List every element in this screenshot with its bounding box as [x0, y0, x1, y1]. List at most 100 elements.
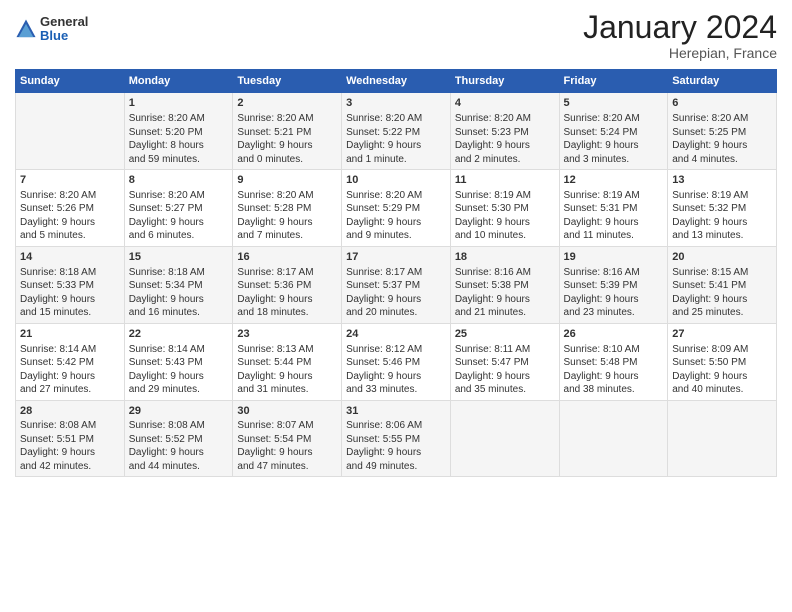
- calendar-cell: 6Sunrise: 8:20 AMSunset: 5:25 PMDaylight…: [668, 93, 777, 170]
- calendar-cell: 12Sunrise: 8:19 AMSunset: 5:31 PMDayligh…: [559, 170, 668, 247]
- calendar-cell: 15Sunrise: 8:18 AMSunset: 5:34 PMDayligh…: [124, 246, 233, 323]
- calendar-cell: 16Sunrise: 8:17 AMSunset: 5:36 PMDayligh…: [233, 246, 342, 323]
- cell-content: 17Sunrise: 8:17 AMSunset: 5:37 PMDayligh…: [346, 250, 446, 320]
- calendar-cell: 29Sunrise: 8:08 AMSunset: 5:52 PMDayligh…: [124, 400, 233, 477]
- cell-line: Sunrise: 8:19 AM: [564, 189, 664, 203]
- cell-content: 15Sunrise: 8:18 AMSunset: 5:34 PMDayligh…: [129, 250, 229, 320]
- cell-line: Sunrise: 8:17 AM: [237, 266, 337, 280]
- cell-content: 21Sunrise: 8:14 AMSunset: 5:42 PMDayligh…: [20, 327, 120, 397]
- cell-line: Daylight: 9 hours: [455, 216, 555, 230]
- cell-line: Daylight: 9 hours: [129, 446, 229, 460]
- header-row: SundayMondayTuesdayWednesdayThursdayFrid…: [16, 70, 777, 93]
- cell-content: 28Sunrise: 8:08 AMSunset: 5:51 PMDayligh…: [20, 404, 120, 474]
- day-number: 21: [20, 327, 120, 342]
- cell-line: and 27 minutes.: [20, 383, 120, 397]
- calendar-cell: 11Sunrise: 8:19 AMSunset: 5:30 PMDayligh…: [450, 170, 559, 247]
- cell-line: Daylight: 9 hours: [129, 293, 229, 307]
- cell-line: Sunrise: 8:09 AM: [672, 343, 772, 357]
- cell-line: Daylight: 9 hours: [346, 446, 446, 460]
- page-subtitle: Herepian, France: [583, 45, 777, 61]
- cell-content: 11Sunrise: 8:19 AMSunset: 5:30 PMDayligh…: [455, 173, 555, 243]
- cell-line: and 5 minutes.: [20, 229, 120, 243]
- cell-content: 7Sunrise: 8:20 AMSunset: 5:26 PMDaylight…: [20, 173, 120, 243]
- cell-line: Sunset: 5:39 PM: [564, 279, 664, 293]
- cell-line: and 44 minutes.: [129, 460, 229, 474]
- cell-line: and 49 minutes.: [346, 460, 446, 474]
- cell-line: Sunset: 5:22 PM: [346, 126, 446, 140]
- cell-line: Sunset: 5:31 PM: [564, 202, 664, 216]
- day-number: 17: [346, 250, 446, 265]
- cell-content: 19Sunrise: 8:16 AMSunset: 5:39 PMDayligh…: [564, 250, 664, 320]
- cell-content: 27Sunrise: 8:09 AMSunset: 5:50 PMDayligh…: [672, 327, 772, 397]
- column-header-friday: Friday: [559, 70, 668, 93]
- cell-line: Sunset: 5:48 PM: [564, 356, 664, 370]
- calendar-cell: 3Sunrise: 8:20 AMSunset: 5:22 PMDaylight…: [342, 93, 451, 170]
- cell-line: Sunrise: 8:10 AM: [564, 343, 664, 357]
- day-number: 30: [237, 404, 337, 419]
- cell-line: and 1 minute.: [346, 153, 446, 167]
- day-number: 19: [564, 250, 664, 265]
- cell-line: Sunset: 5:47 PM: [455, 356, 555, 370]
- day-number: 10: [346, 173, 446, 188]
- day-number: 26: [564, 327, 664, 342]
- cell-line: Sunset: 5:32 PM: [672, 202, 772, 216]
- cell-content: 16Sunrise: 8:17 AMSunset: 5:36 PMDayligh…: [237, 250, 337, 320]
- cell-line: and 31 minutes.: [237, 383, 337, 397]
- cell-content: 10Sunrise: 8:20 AMSunset: 5:29 PMDayligh…: [346, 173, 446, 243]
- cell-line: Sunset: 5:42 PM: [20, 356, 120, 370]
- calendar-cell: 26Sunrise: 8:10 AMSunset: 5:48 PMDayligh…: [559, 323, 668, 400]
- day-number: 15: [129, 250, 229, 265]
- day-number: 18: [455, 250, 555, 265]
- cell-line: Sunset: 5:37 PM: [346, 279, 446, 293]
- cell-line: and 21 minutes.: [455, 306, 555, 320]
- day-number: 4: [455, 96, 555, 111]
- cell-line: and 42 minutes.: [20, 460, 120, 474]
- cell-line: Daylight: 9 hours: [455, 139, 555, 153]
- cell-line: and 6 minutes.: [129, 229, 229, 243]
- cell-line: and 11 minutes.: [564, 229, 664, 243]
- column-header-wednesday: Wednesday: [342, 70, 451, 93]
- calendar-cell: [16, 93, 125, 170]
- calendar-cell: 5Sunrise: 8:20 AMSunset: 5:24 PMDaylight…: [559, 93, 668, 170]
- cell-line: Daylight: 9 hours: [672, 293, 772, 307]
- cell-line: Daylight: 9 hours: [20, 370, 120, 384]
- cell-line: Sunrise: 8:19 AM: [672, 189, 772, 203]
- cell-content: 31Sunrise: 8:06 AMSunset: 5:55 PMDayligh…: [346, 404, 446, 474]
- calendar-cell: 4Sunrise: 8:20 AMSunset: 5:23 PMDaylight…: [450, 93, 559, 170]
- cell-line: Daylight: 9 hours: [20, 216, 120, 230]
- cell-line: and 40 minutes.: [672, 383, 772, 397]
- cell-line: and 3 minutes.: [564, 153, 664, 167]
- day-number: 25: [455, 327, 555, 342]
- cell-line: Sunset: 5:34 PM: [129, 279, 229, 293]
- cell-line: Sunrise: 8:06 AM: [346, 419, 446, 433]
- calendar-body: 1Sunrise: 8:20 AMSunset: 5:20 PMDaylight…: [16, 93, 777, 477]
- column-header-thursday: Thursday: [450, 70, 559, 93]
- cell-content: 1Sunrise: 8:20 AMSunset: 5:20 PMDaylight…: [129, 96, 229, 166]
- cell-line: Daylight: 9 hours: [346, 293, 446, 307]
- cell-line: Sunset: 5:33 PM: [20, 279, 120, 293]
- cell-line: Sunset: 5:38 PM: [455, 279, 555, 293]
- calendar-week-4: 21Sunrise: 8:14 AMSunset: 5:42 PMDayligh…: [16, 323, 777, 400]
- cell-line: Sunrise: 8:16 AM: [564, 266, 664, 280]
- cell-line: Daylight: 9 hours: [564, 370, 664, 384]
- day-number: 3: [346, 96, 446, 111]
- cell-line: and 20 minutes.: [346, 306, 446, 320]
- cell-line: Daylight: 9 hours: [455, 293, 555, 307]
- calendar-cell: 20Sunrise: 8:15 AMSunset: 5:41 PMDayligh…: [668, 246, 777, 323]
- calendar-week-2: 7Sunrise: 8:20 AMSunset: 5:26 PMDaylight…: [16, 170, 777, 247]
- calendar-cell: 31Sunrise: 8:06 AMSunset: 5:55 PMDayligh…: [342, 400, 451, 477]
- cell-content: 2Sunrise: 8:20 AMSunset: 5:21 PMDaylight…: [237, 96, 337, 166]
- cell-line: Sunset: 5:27 PM: [129, 202, 229, 216]
- cell-line: Sunset: 5:21 PM: [237, 126, 337, 140]
- cell-content: 9Sunrise: 8:20 AMSunset: 5:28 PMDaylight…: [237, 173, 337, 243]
- cell-line: Daylight: 9 hours: [237, 293, 337, 307]
- cell-line: Sunset: 5:36 PM: [237, 279, 337, 293]
- calendar-cell: 8Sunrise: 8:20 AMSunset: 5:27 PMDaylight…: [124, 170, 233, 247]
- cell-line: Sunset: 5:26 PM: [20, 202, 120, 216]
- page-header: General Blue January 2024 Herepian, Fran…: [15, 10, 777, 61]
- cell-line: Daylight: 9 hours: [20, 446, 120, 460]
- cell-line: and 10 minutes.: [455, 229, 555, 243]
- day-number: 27: [672, 327, 772, 342]
- cell-line: Daylight: 9 hours: [129, 216, 229, 230]
- cell-line: Sunset: 5:23 PM: [455, 126, 555, 140]
